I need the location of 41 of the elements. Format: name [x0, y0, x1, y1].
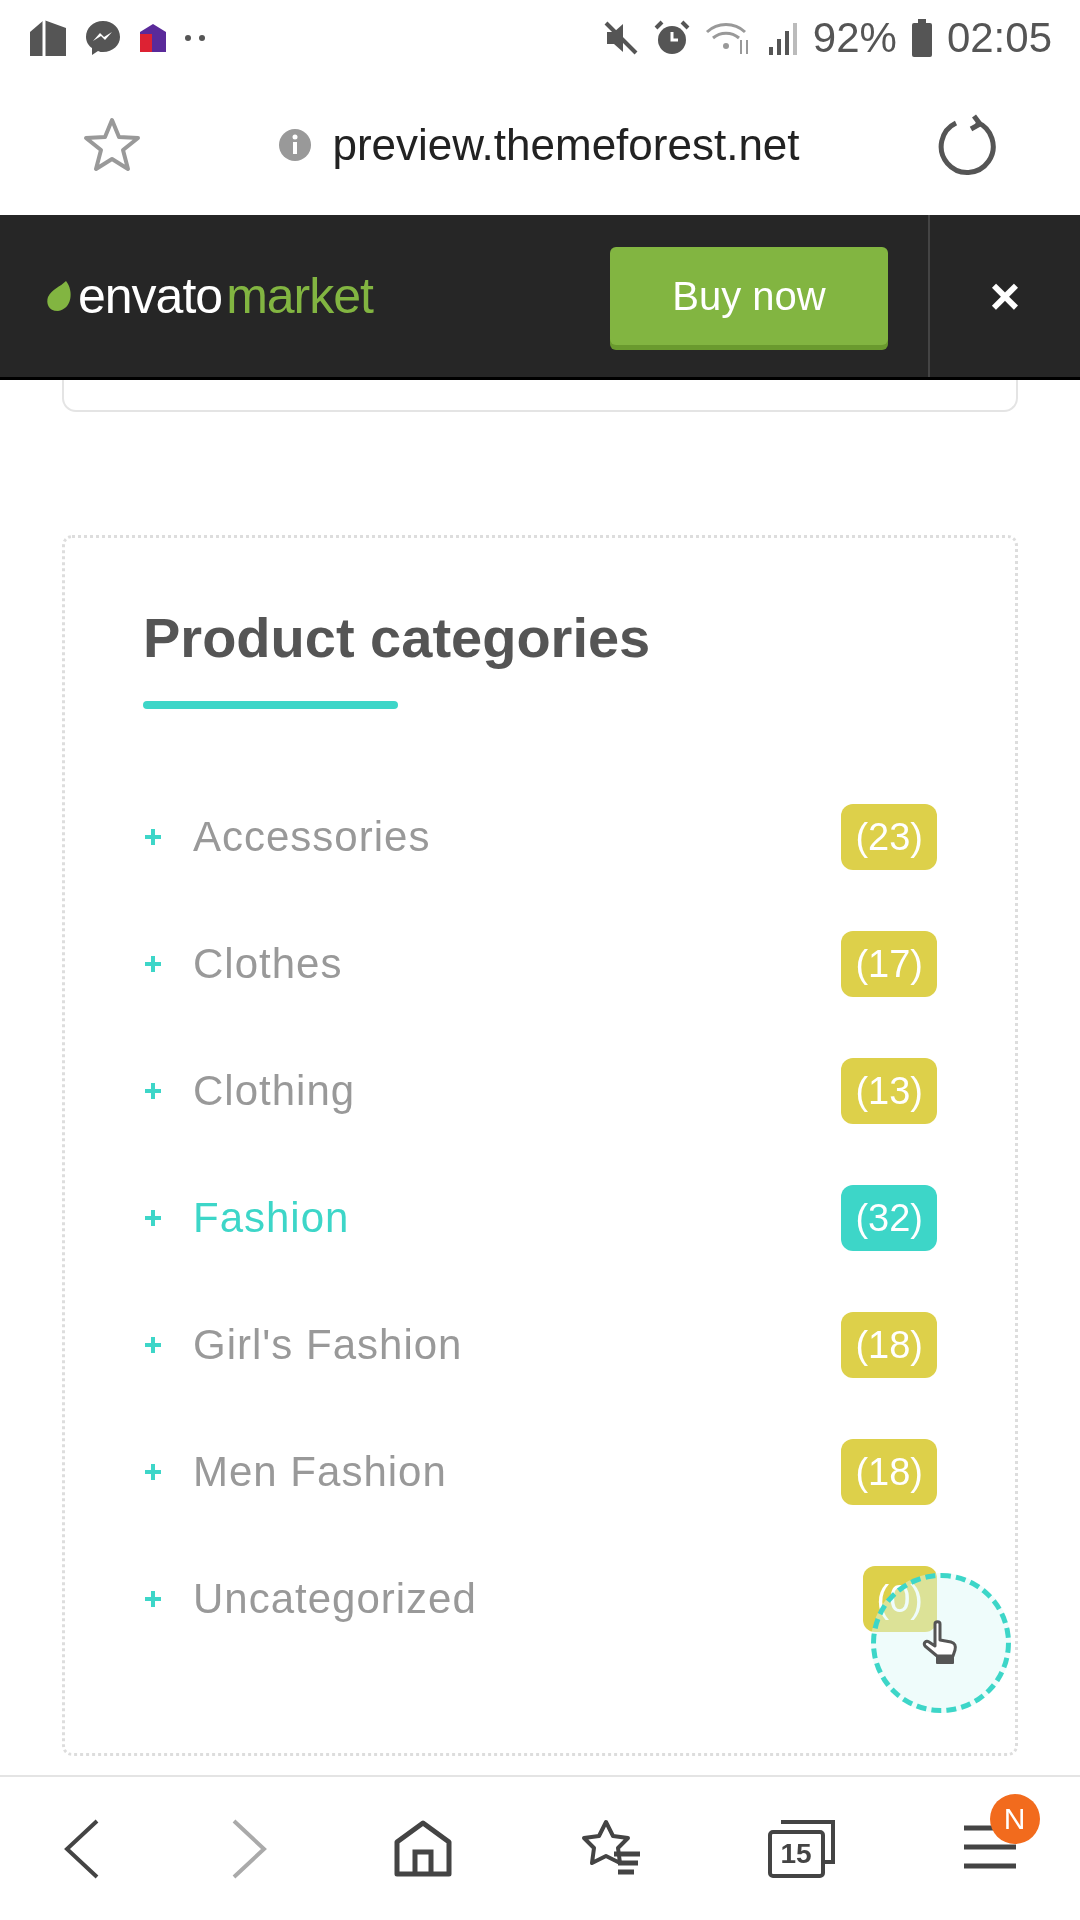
close-button[interactable]: ×	[983, 266, 1027, 326]
messenger-icon	[84, 18, 122, 57]
count-badge: (18)	[841, 1438, 937, 1505]
widget-title: Product categories	[143, 605, 652, 671]
category-link[interactable]: Clothes	[193, 939, 343, 988]
clock: 02:05	[946, 13, 1052, 62]
alarm-icon	[652, 18, 691, 57]
plus-icon	[143, 1461, 163, 1482]
plus-icon	[143, 1207, 163, 1228]
category-link[interactable]: Uncategorized	[193, 1574, 477, 1623]
info-icon[interactable]	[278, 128, 313, 162]
signal-icon	[766, 20, 799, 55]
battery-percent: 92%	[812, 13, 897, 62]
category-link[interactable]: Accessories	[193, 812, 431, 861]
leaf-icon	[44, 279, 74, 313]
logo-text: envato	[78, 267, 223, 325]
plus-icon	[143, 953, 163, 974]
category-link[interactable]: Men Fashion	[193, 1447, 447, 1496]
app-notification-icon	[138, 21, 168, 54]
bookmark-star-icon[interactable]	[82, 116, 142, 174]
plus-icon	[143, 1588, 163, 1609]
category-link[interactable]: Clothing	[193, 1066, 356, 1115]
more-notifications-icon	[184, 33, 208, 42]
count-badge: (13)	[841, 1057, 937, 1124]
url-text[interactable]: preview.themeforest.net	[332, 120, 800, 170]
notification-badge: N	[989, 1793, 1040, 1844]
plus-icon	[143, 1334, 163, 1355]
category-link[interactable]: Fashion	[193, 1193, 350, 1242]
logo-text: market	[226, 267, 373, 325]
category-link[interactable]: Girl's Fashion	[193, 1320, 463, 1369]
reload-icon[interactable]	[936, 114, 998, 176]
house-app-icon	[28, 17, 68, 58]
plus-icon	[143, 1080, 163, 1101]
count-badge: (18)	[841, 1311, 937, 1378]
count-badge: (23)	[841, 803, 937, 870]
mute-icon	[602, 19, 639, 56]
count-badge: (17)	[841, 930, 937, 997]
home-icon[interactable]	[392, 1819, 453, 1878]
plus-icon	[143, 826, 163, 847]
count-badge: (32)	[841, 1184, 937, 1251]
battery-icon	[910, 18, 933, 57]
